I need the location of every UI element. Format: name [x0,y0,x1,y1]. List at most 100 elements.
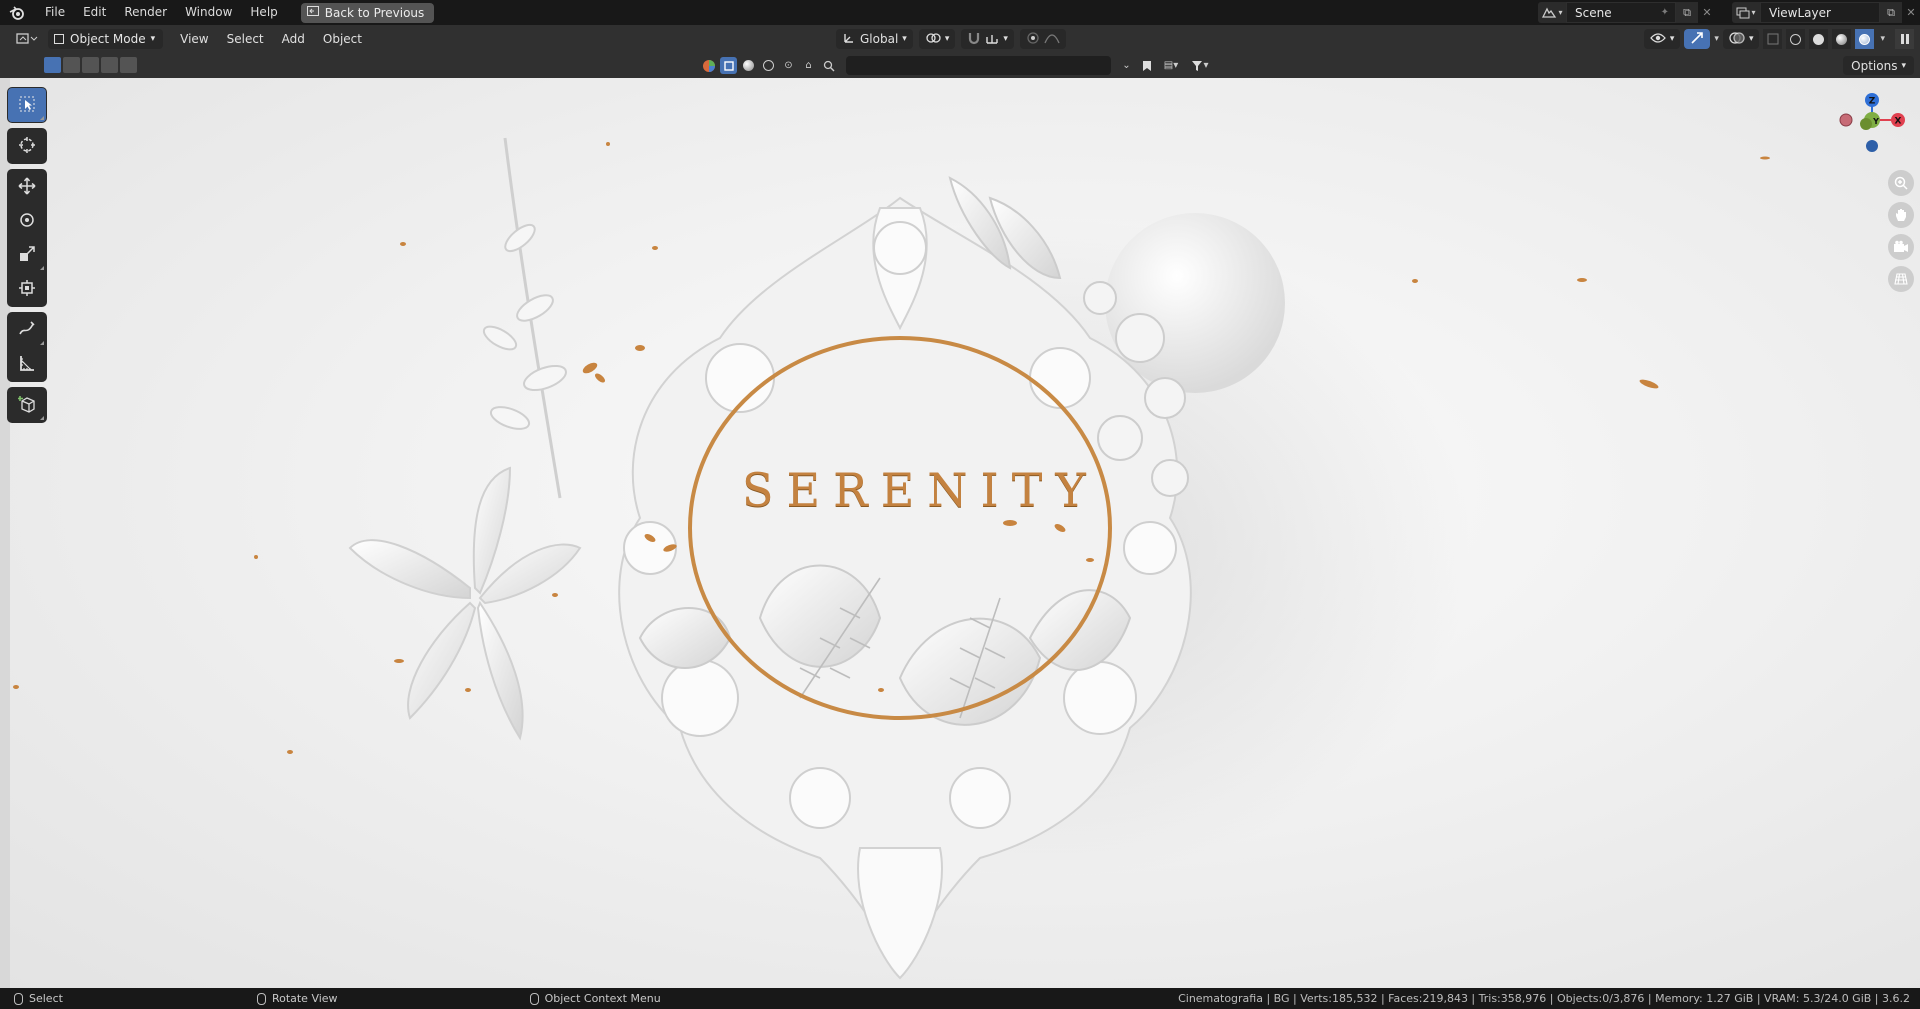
xray-toggle-icon[interactable] [1763,29,1783,49]
menu-view[interactable]: View [171,32,217,46]
move-tool[interactable] [8,170,46,204]
snap-controls[interactable]: ▾ [961,29,1014,49]
status-select-hint: Select [14,992,63,1005]
gizmo-toggle[interactable] [1684,29,1711,49]
proportional-editing-controls[interactable] [1019,29,1066,49]
tool-settings-header: ⊙ ⌂ ⌄ ▤▾ ▾ Options ▾ [0,53,1920,78]
magnet-icon[interactable] [967,31,981,48]
rendered-shading-icon[interactable] [1855,29,1875,49]
cursor-tool[interactable] [8,129,46,163]
scale-icon [19,245,35,265]
menu-edit[interactable]: Edit [74,0,115,25]
scene-icon[interactable]: ▾ [1538,2,1566,23]
proportional-editing-icon[interactable] [1026,31,1040,48]
add-cube-tool[interactable] [8,388,46,422]
pin-icon[interactable]: ✦ [1661,7,1669,18]
move-arrows-icon [18,177,36,198]
gizmo-neg-x-axis[interactable] [1839,113,1853,127]
options-label: Options [1851,58,1898,73]
gizmo-y-label: Y [1872,117,1879,126]
chevron-down-icon[interactable]: ▾ [1880,34,1885,44]
sidebar-toggle-icon[interactable] [1895,29,1914,49]
scene-name-field[interactable]: Scene ✦ [1566,2,1676,23]
chevron-down-icon: ▾ [1748,34,1754,44]
menu-select[interactable]: Select [218,32,273,46]
perspective-grid-icon[interactable] [1888,266,1914,292]
gizmo-z-label: Z [1869,97,1876,107]
view-layer-name-field[interactable]: ViewLayer [1760,2,1880,23]
pan-hand-icon[interactable] [1888,202,1914,228]
delete-view-layer-icon[interactable]: ✕ [1902,2,1920,23]
chevron-down-icon: ▾ [1669,34,1675,44]
material-shading-icon[interactable] [1832,29,1852,49]
gizmo-neg-y-axis[interactable] [1860,118,1872,130]
rotate-tool[interactable] [8,204,46,238]
selection-mode-buttons [44,57,137,73]
object-mode-dropdown[interactable]: Object Mode ▾ [48,29,164,49]
select-extend-icon[interactable] [63,57,80,73]
annotate-tool[interactable] [8,313,46,347]
3d-viewport[interactable]: SERENITY Z X Y [0,78,1920,988]
viewport-display-controls: ▾ ▾ ▾ ▾ [1643,28,1914,50]
overlays-toggle[interactable]: ▾ [1722,29,1760,49]
scene-name: Scene [1575,5,1612,20]
pivot-point-dropdown[interactable]: ▾ [918,29,956,49]
solid-shading-icon[interactable] [1809,29,1829,49]
filter-icon[interactable]: ▾ [1187,57,1213,74]
brush-filter-icon[interactable]: ⌂ [800,57,817,74]
camera-view-icon[interactable] [1888,234,1914,260]
node-group-filter-icon[interactable]: ⊙ [780,57,797,74]
view-layer-icon[interactable]: ▾ [1732,2,1760,23]
object-filter-icon[interactable] [720,57,737,74]
status-rotate-hint: Rotate View [256,992,338,1005]
delete-scene-icon[interactable]: ✕ [1698,2,1716,23]
new-scene-icon[interactable]: ⧉ [1676,2,1698,23]
measure-tool[interactable] [8,347,46,381]
select-tool-group [7,87,47,123]
select-new-icon[interactable] [44,57,61,73]
asset-filter-controls: ⊙ ⌂ ⌄ ▤▾ ▾ [700,56,1213,75]
menu-file[interactable]: File [36,0,74,25]
tool-shelf [7,87,47,428]
visibility-dropdown[interactable]: ▾ [1643,29,1681,49]
select-invert-icon[interactable] [101,57,118,73]
chevron-down-icon[interactable]: ⌄ [1118,57,1135,74]
menu-add[interactable]: Add [273,32,314,46]
options-dropdown[interactable]: Options ▾ [1843,56,1914,75]
bookmark-icon[interactable] [1138,57,1155,74]
snap-increment-icon[interactable] [985,31,999,48]
gizmo-neg-z-axis[interactable] [1866,140,1878,152]
editor-type-icon[interactable] [6,28,48,50]
material-filter-icon[interactable] [740,57,757,74]
select-box-tool[interactable] [8,88,46,122]
navigation-buttons [1888,170,1914,292]
view-layer-selector[interactable]: ▾ ViewLayer ⧉ ✕ [1732,2,1920,23]
pivot-icon [925,31,941,48]
select-subtract-icon[interactable] [82,57,99,73]
falloff-icon[interactable] [1044,31,1060,48]
zoom-icon[interactable] [1888,170,1914,196]
all-types-filter-icon[interactable] [700,57,717,74]
display-mode-icon[interactable]: ▤▾ [1158,57,1184,74]
menu-render[interactable]: Render [115,0,176,25]
blender-logo-icon[interactable] [6,2,28,24]
menu-help[interactable]: Help [241,0,286,25]
transform-tool[interactable] [8,272,46,306]
navigation-gizmo[interactable]: Z X Y [1830,88,1910,168]
new-view-layer-icon[interactable]: ⧉ [1880,2,1902,23]
world-filter-icon[interactable] [760,57,777,74]
chevron-down-icon[interactable]: ▾ [1714,34,1719,44]
orientation-dropdown[interactable]: Global ▾ [836,29,913,49]
asset-search-input[interactable] [846,56,1111,75]
overlays-icon [1729,31,1745,48]
top-menu-bar: File Edit Render Window Help Back to Pre… [0,0,1920,25]
scene-selector[interactable]: ▾ Scene ✦ ⧉ ✕ [1538,2,1716,23]
status-bar: Select Rotate View Object Context Menu C… [0,988,1920,1009]
wireframe-shading-icon[interactable] [1786,29,1806,49]
menu-window[interactable]: Window [176,0,241,25]
mouse-left-icon [14,992,23,1005]
menu-object[interactable]: Object [314,32,371,46]
back-to-previous-button[interactable]: Back to Previous [300,2,435,23]
scale-tool[interactable] [8,238,46,272]
select-intersect-icon[interactable] [120,57,137,73]
